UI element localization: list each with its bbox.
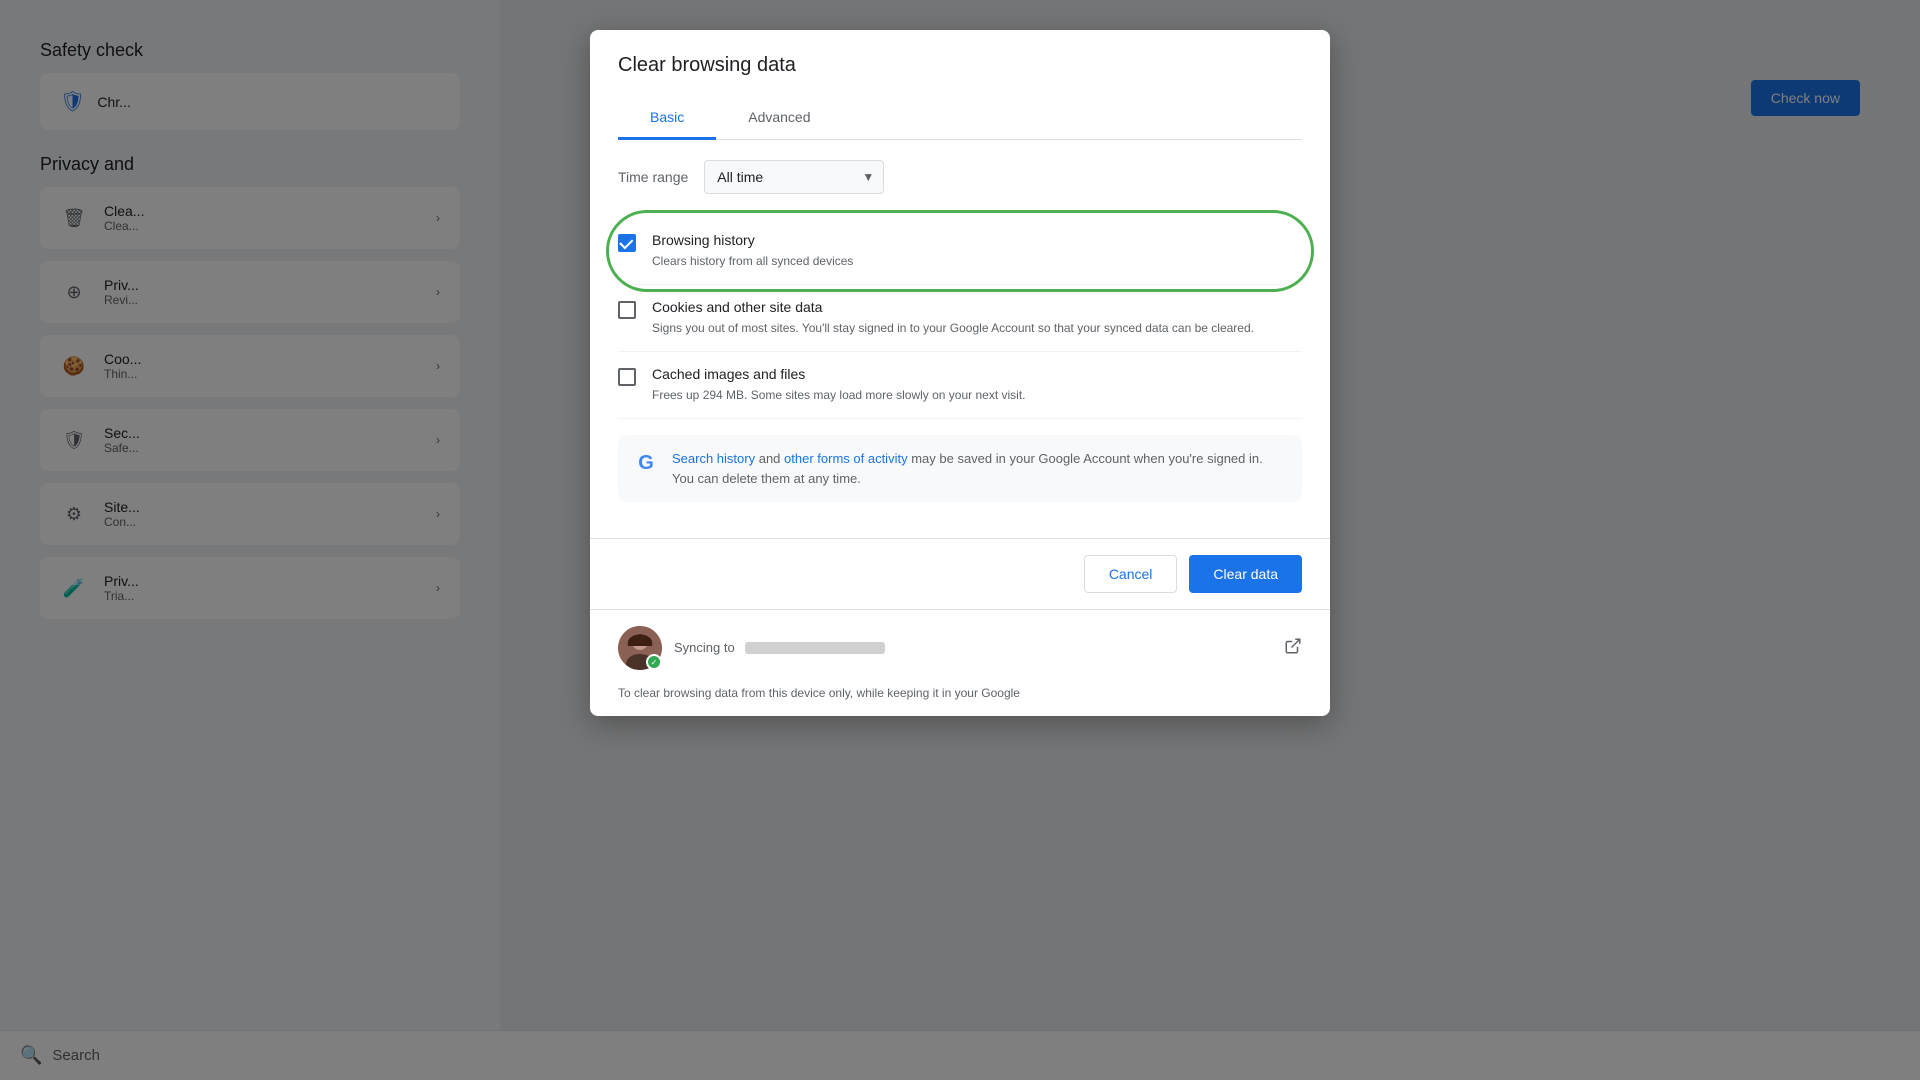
sync-text: Syncing to [674,639,885,657]
cookies-text: Cookies and other site data Signs you ou… [652,299,1302,337]
time-range-select[interactable]: Last hour Last 24 hours Last 7 days Last… [704,160,884,194]
cached-title: Cached images and files [652,366,1302,382]
other-activity-link[interactable]: other forms of activity [784,451,908,466]
time-range-row: Time range Last hour Last 24 hours Last … [618,160,1302,194]
browsing-history-item: Browsing history Clears history from all… [618,218,1302,285]
google-info-box: G Search history and other forms of acti… [618,435,1302,502]
cached-item: Cached images and files Frees up 294 MB.… [618,352,1302,419]
browsing-history-checkbox[interactable] [618,234,636,252]
cached-desc: Frees up 294 MB. Some sites may load mor… [652,386,1302,404]
google-info-text: Search history and other forms of activi… [672,449,1286,488]
cancel-button[interactable]: Cancel [1084,555,1178,593]
browsing-history-desc: Clears history from all synced devices [652,252,1302,270]
modal-overlay: Clear browsing data Basic Advanced Time … [0,0,1920,1080]
cached-checkbox-wrap[interactable] [618,368,636,386]
dialog-footer: Cancel Clear data [590,538,1330,609]
info-text-middle: and [759,451,784,466]
cached-text: Cached images and files Frees up 294 MB.… [652,366,1302,404]
cookies-checkbox[interactable] [618,301,636,319]
tab-advanced[interactable]: Advanced [716,97,842,140]
email-blur [745,642,885,654]
cookies-title: Cookies and other site data [652,299,1302,315]
sync-area: ✓ Syncing to [590,609,1330,686]
dialog-header: Clear browsing data [590,30,1330,77]
bottom-note: To clear browsing data from this device … [590,686,1330,716]
avatar-wrap: ✓ [618,626,662,670]
bottom-note-text: To clear browsing data from this device … [618,686,1020,700]
dialog-body: Time range Last hour Last 24 hours Last … [590,140,1330,538]
time-range-label: Time range [618,169,688,185]
cookies-desc: Signs you out of most sites. You'll stay… [652,319,1302,337]
cached-checkbox[interactable] [618,368,636,386]
google-g-letter: G [638,452,654,475]
external-link-svg [1284,637,1302,655]
time-range-select-wrapper[interactable]: Last hour Last 24 hours Last 7 days Last… [704,160,884,194]
browsing-history-checkbox-wrap[interactable] [618,234,636,252]
syncing-label: Syncing to [674,640,735,655]
browsing-history-title: Browsing history [652,232,1302,248]
cookies-checkbox-wrap[interactable] [618,301,636,319]
sync-badge: ✓ [646,654,662,670]
external-link-icon[interactable] [1284,637,1302,660]
clear-browsing-data-dialog: Clear browsing data Basic Advanced Time … [590,30,1330,716]
google-logo: G [634,451,658,475]
dialog-title: Clear browsing data [618,54,1302,77]
cookies-item: Cookies and other site data Signs you ou… [618,285,1302,352]
clear-data-button[interactable]: Clear data [1189,555,1302,593]
search-history-link[interactable]: Search history [672,451,755,466]
tab-basic[interactable]: Basic [618,97,716,140]
browsing-history-text: Browsing history Clears history from all… [652,232,1302,270]
dialog-tabs: Basic Advanced [618,97,1302,140]
